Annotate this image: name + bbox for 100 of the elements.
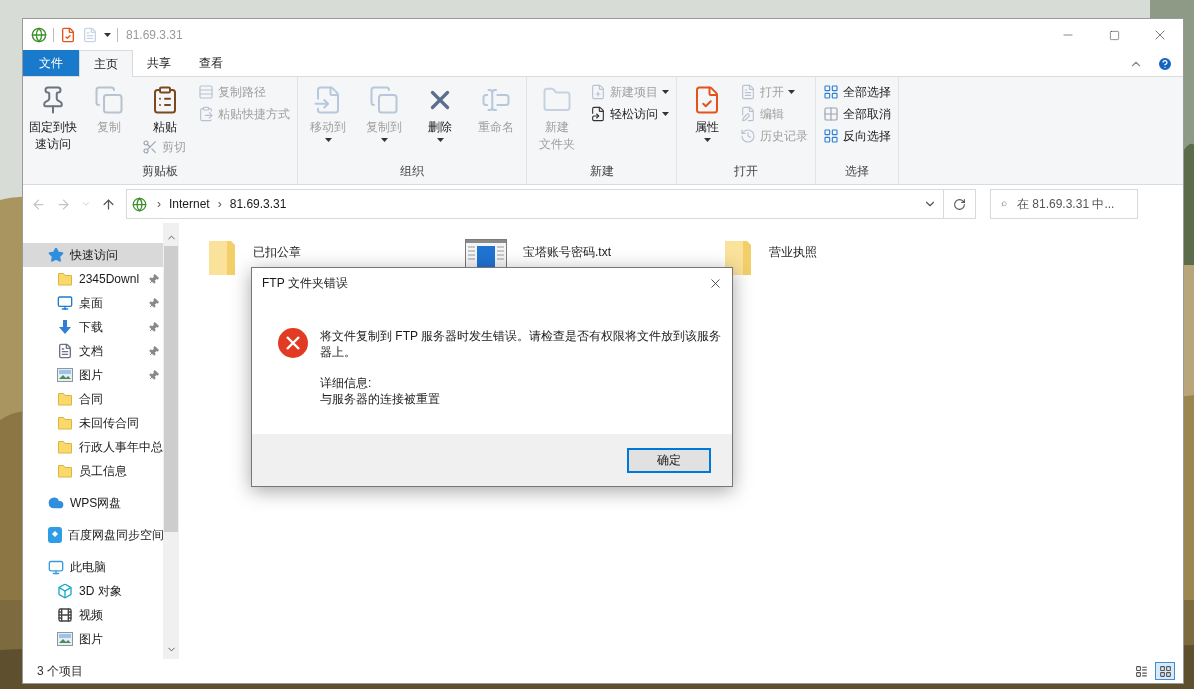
help-icon[interactable] xyxy=(1157,55,1173,72)
caret-icon xyxy=(324,138,332,142)
recent-locations-icon[interactable] xyxy=(81,199,91,209)
clock-icon xyxy=(740,128,756,144)
sidebar-label: 下载 xyxy=(79,319,104,336)
folder-icon xyxy=(57,391,73,407)
ribbon-button[interactable]: 删除 xyxy=(413,81,467,142)
file-item[interactable]: 营业执照 xyxy=(723,239,981,277)
ribbon-group-label: 剪贴板 xyxy=(141,163,179,180)
sidebar-label: 桌面 xyxy=(79,295,104,312)
path-icon xyxy=(198,84,214,100)
sidebar-item[interactable]: 3D 对象 xyxy=(23,579,163,603)
file-name: 宝塔账号密码.txt xyxy=(523,244,611,261)
caret-icon xyxy=(436,138,444,142)
cube-icon xyxy=(57,583,73,599)
details-label: 详细信息: xyxy=(320,375,373,391)
globe-icon xyxy=(132,196,147,212)
monitor-icon xyxy=(57,295,73,311)
ribbon-tab[interactable]: 主页 xyxy=(79,50,133,77)
sidebar-item[interactable]: 快速访问 xyxy=(23,243,163,267)
back-icon[interactable] xyxy=(31,196,46,212)
star-icon xyxy=(48,247,64,263)
scrollbar-thumb[interactable] xyxy=(164,246,178,532)
file-name: 营业执照 xyxy=(769,244,817,261)
file-tab[interactable]: 文件 xyxy=(23,50,79,76)
breadcrumb-separator: › xyxy=(156,196,162,213)
sidebar-item[interactable]: 视频 xyxy=(23,603,163,627)
sidebar-label: 行政人事年中总 xyxy=(79,439,163,456)
sidebar-label: 视频 xyxy=(79,607,104,624)
ribbon-button[interactable]: 粘贴 xyxy=(138,81,192,136)
details-view-icon xyxy=(1134,664,1148,678)
ribbon-button[interactable]: 全部选择 xyxy=(819,81,895,103)
ribbon-button[interactable]: 属性 xyxy=(680,81,734,142)
sidebar-item[interactable]: 2345Downl xyxy=(23,267,163,291)
folder-icon xyxy=(207,239,237,277)
search-input[interactable]: 在 81.69.3.31 中... xyxy=(1017,195,1127,213)
breadcrumb[interactable]: Internet xyxy=(166,195,213,213)
sidebar-label: 2345Downl xyxy=(79,271,141,288)
document-icon[interactable] xyxy=(82,27,98,43)
sidebar-item[interactable]: 百度网盘同步空间 xyxy=(23,523,163,547)
folder-icon xyxy=(57,439,73,455)
document-icon xyxy=(740,84,756,100)
file-item[interactable]: 已扣公章 xyxy=(207,239,465,277)
grid-icon xyxy=(823,84,839,100)
check-document-icon[interactable] xyxy=(60,27,76,43)
sidebar-label: 文档 xyxy=(79,343,104,360)
button-label-line: 新建 xyxy=(545,119,569,136)
ok-button[interactable]: 确定 xyxy=(627,447,711,473)
button-label-line: 文件夹 xyxy=(539,136,575,153)
caret-icon xyxy=(788,90,795,94)
image-icon xyxy=(57,368,73,382)
ribbon-button[interactable]: 轻松访问 xyxy=(586,103,673,125)
sidebar-item[interactable]: 文档 xyxy=(23,339,163,363)
ribbon-tab[interactable]: 查看 xyxy=(185,50,237,76)
image-icon xyxy=(57,632,73,646)
sidebar-item[interactable]: 行政人事年中总 xyxy=(23,435,163,459)
sidebar-label: 未回传合同 xyxy=(79,415,140,432)
paste-shortcut-icon xyxy=(198,106,214,122)
ribbon-tab[interactable]: 共享 xyxy=(133,50,185,76)
caret-icon xyxy=(380,138,388,142)
ribbon-group-label: 打开 xyxy=(733,163,759,180)
sidebar-item[interactable]: 未回传合同 xyxy=(23,411,163,435)
ribbon-button[interactable]: 全部取消 xyxy=(819,103,895,125)
forward-icon[interactable] xyxy=(56,196,71,212)
globe-icon xyxy=(31,27,47,43)
sidebar-label: WPS网盘 xyxy=(70,495,123,512)
sidebar-item[interactable]: WPS网盘 xyxy=(23,491,163,515)
monitor-icon xyxy=(48,558,64,576)
sidebar-item[interactable]: 图片 xyxy=(23,627,163,651)
folder-icon xyxy=(57,271,73,287)
view-button[interactable] xyxy=(1155,662,1175,680)
ribbon-group-label: 新建 xyxy=(588,163,615,180)
caret-icon xyxy=(662,90,669,94)
search-field[interactable]: 在 81.69.3.31 中... xyxy=(990,189,1138,219)
file-plus-icon xyxy=(590,84,606,100)
copy-icon xyxy=(94,85,124,115)
ribbon-button[interactable]: 反向选择 xyxy=(819,125,895,147)
dialog-title: FTP 文件夹错误 xyxy=(262,275,348,292)
caret-icon xyxy=(662,112,669,116)
file-link-icon xyxy=(590,106,606,122)
folder-icon xyxy=(723,239,753,277)
sidebar-item[interactable]: 图片 xyxy=(23,363,163,387)
scrollbar[interactable] xyxy=(163,223,179,659)
breadcrumb-separator: › xyxy=(216,196,223,213)
window-title: 81.69.3.31 xyxy=(126,27,183,44)
refresh-icon[interactable] xyxy=(953,197,966,211)
sidebar-item[interactable]: 合同 xyxy=(23,387,163,411)
ribbon-button[interactable]: 固定到快 速访问 xyxy=(26,81,80,153)
address-bar[interactable]: › Internet › 81.69.3.31 xyxy=(126,189,976,219)
sidebar-item[interactable]: 此电脑 xyxy=(23,555,163,579)
sidebar-label: 3D 对象 xyxy=(79,583,123,600)
up-icon[interactable] xyxy=(101,196,116,212)
breadcrumb[interactable]: 81.69.3.31 xyxy=(226,195,290,213)
button-label-line: 速访问 xyxy=(35,136,71,153)
file-item[interactable]: 宝塔账号密码.txt xyxy=(465,239,723,269)
sidebar-item[interactable]: 下载 xyxy=(23,315,163,339)
large-icons-view-icon xyxy=(1158,664,1172,678)
sidebar-item[interactable]: 桌面 xyxy=(23,291,163,315)
sidebar-label: 合同 xyxy=(79,391,104,408)
sidebar-item[interactable]: 员工信息 xyxy=(23,459,163,483)
